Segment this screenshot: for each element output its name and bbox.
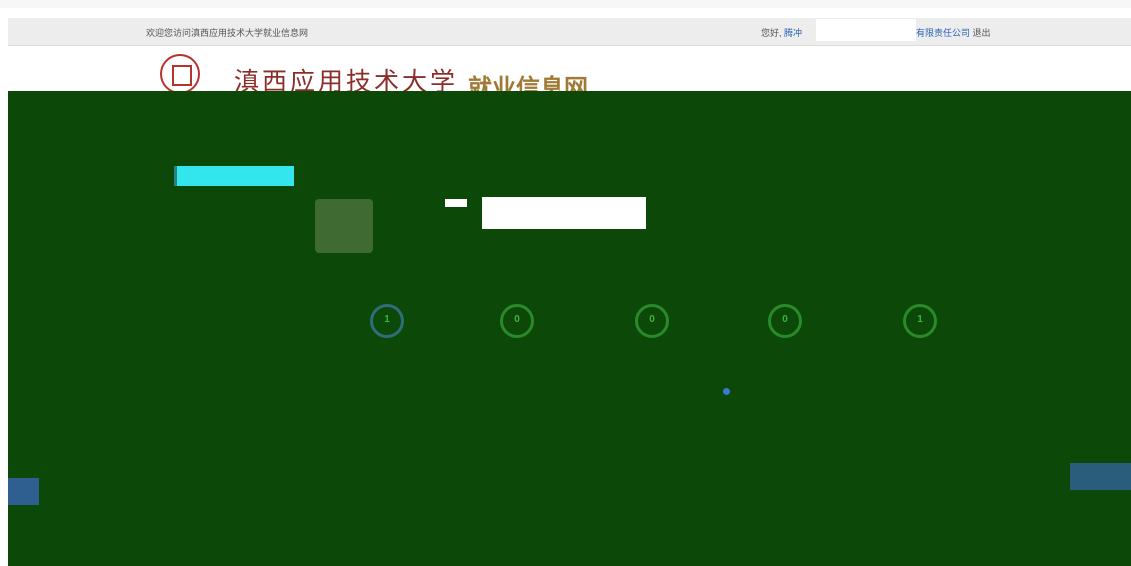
avatar <box>315 199 373 253</box>
main-content-overlay: 1 0 0 0 1 <box>8 91 1131 566</box>
bookmarks-bar <box>0 0 1131 8</box>
stat-value: 0 <box>782 314 788 325</box>
stat-counter[interactable]: 0 <box>635 304 669 338</box>
stat-value: 1 <box>917 314 923 325</box>
page: 欢迎您访问滇西应用技术大学就业信息网 您好, 腾冲 有限责任公司 退出 滇西应用… <box>0 0 1131 566</box>
stat-counter[interactable]: 0 <box>768 304 802 338</box>
stat-counter[interactable]: 1 <box>370 304 404 338</box>
top-bar: 欢迎您访问滇西应用技术大学就业信息网 您好, 腾冲 有限责任公司 退出 <box>8 18 1131 46</box>
logout-group: 有限责任公司 退出 <box>916 26 991 39</box>
company-link[interactable]: 腾冲 <box>784 28 802 38</box>
university-seal-logo[interactable] <box>160 54 200 94</box>
company-link-tail[interactable]: 有限责任公司 <box>916 28 970 38</box>
stat-value: 1 <box>384 314 390 325</box>
redaction-block <box>445 199 467 207</box>
welcome-text: 欢迎您访问滇西应用技术大学就业信息网 <box>146 28 309 38</box>
user-info: 您好, 腾冲 有限责任公司 退出 <box>761 19 991 41</box>
right-action-button[interactable] <box>1070 463 1131 490</box>
stat-counter[interactable]: 0 <box>500 304 534 338</box>
stat-value: 0 <box>649 314 655 325</box>
left-side-tab[interactable] <box>8 478 39 505</box>
stat-value: 0 <box>514 314 520 325</box>
info-icon[interactable] <box>723 388 730 395</box>
site-header: 滇西应用技术大学 就业信息网 <box>8 46 1131 102</box>
stat-counter[interactable]: 1 <box>903 304 937 338</box>
redaction-block <box>482 197 646 229</box>
greeting-text: 您好, <box>761 28 785 38</box>
logout-link[interactable]: 退出 <box>973 28 991 38</box>
sidebar-item-active[interactable] <box>174 166 294 186</box>
redaction-block <box>816 19 916 41</box>
